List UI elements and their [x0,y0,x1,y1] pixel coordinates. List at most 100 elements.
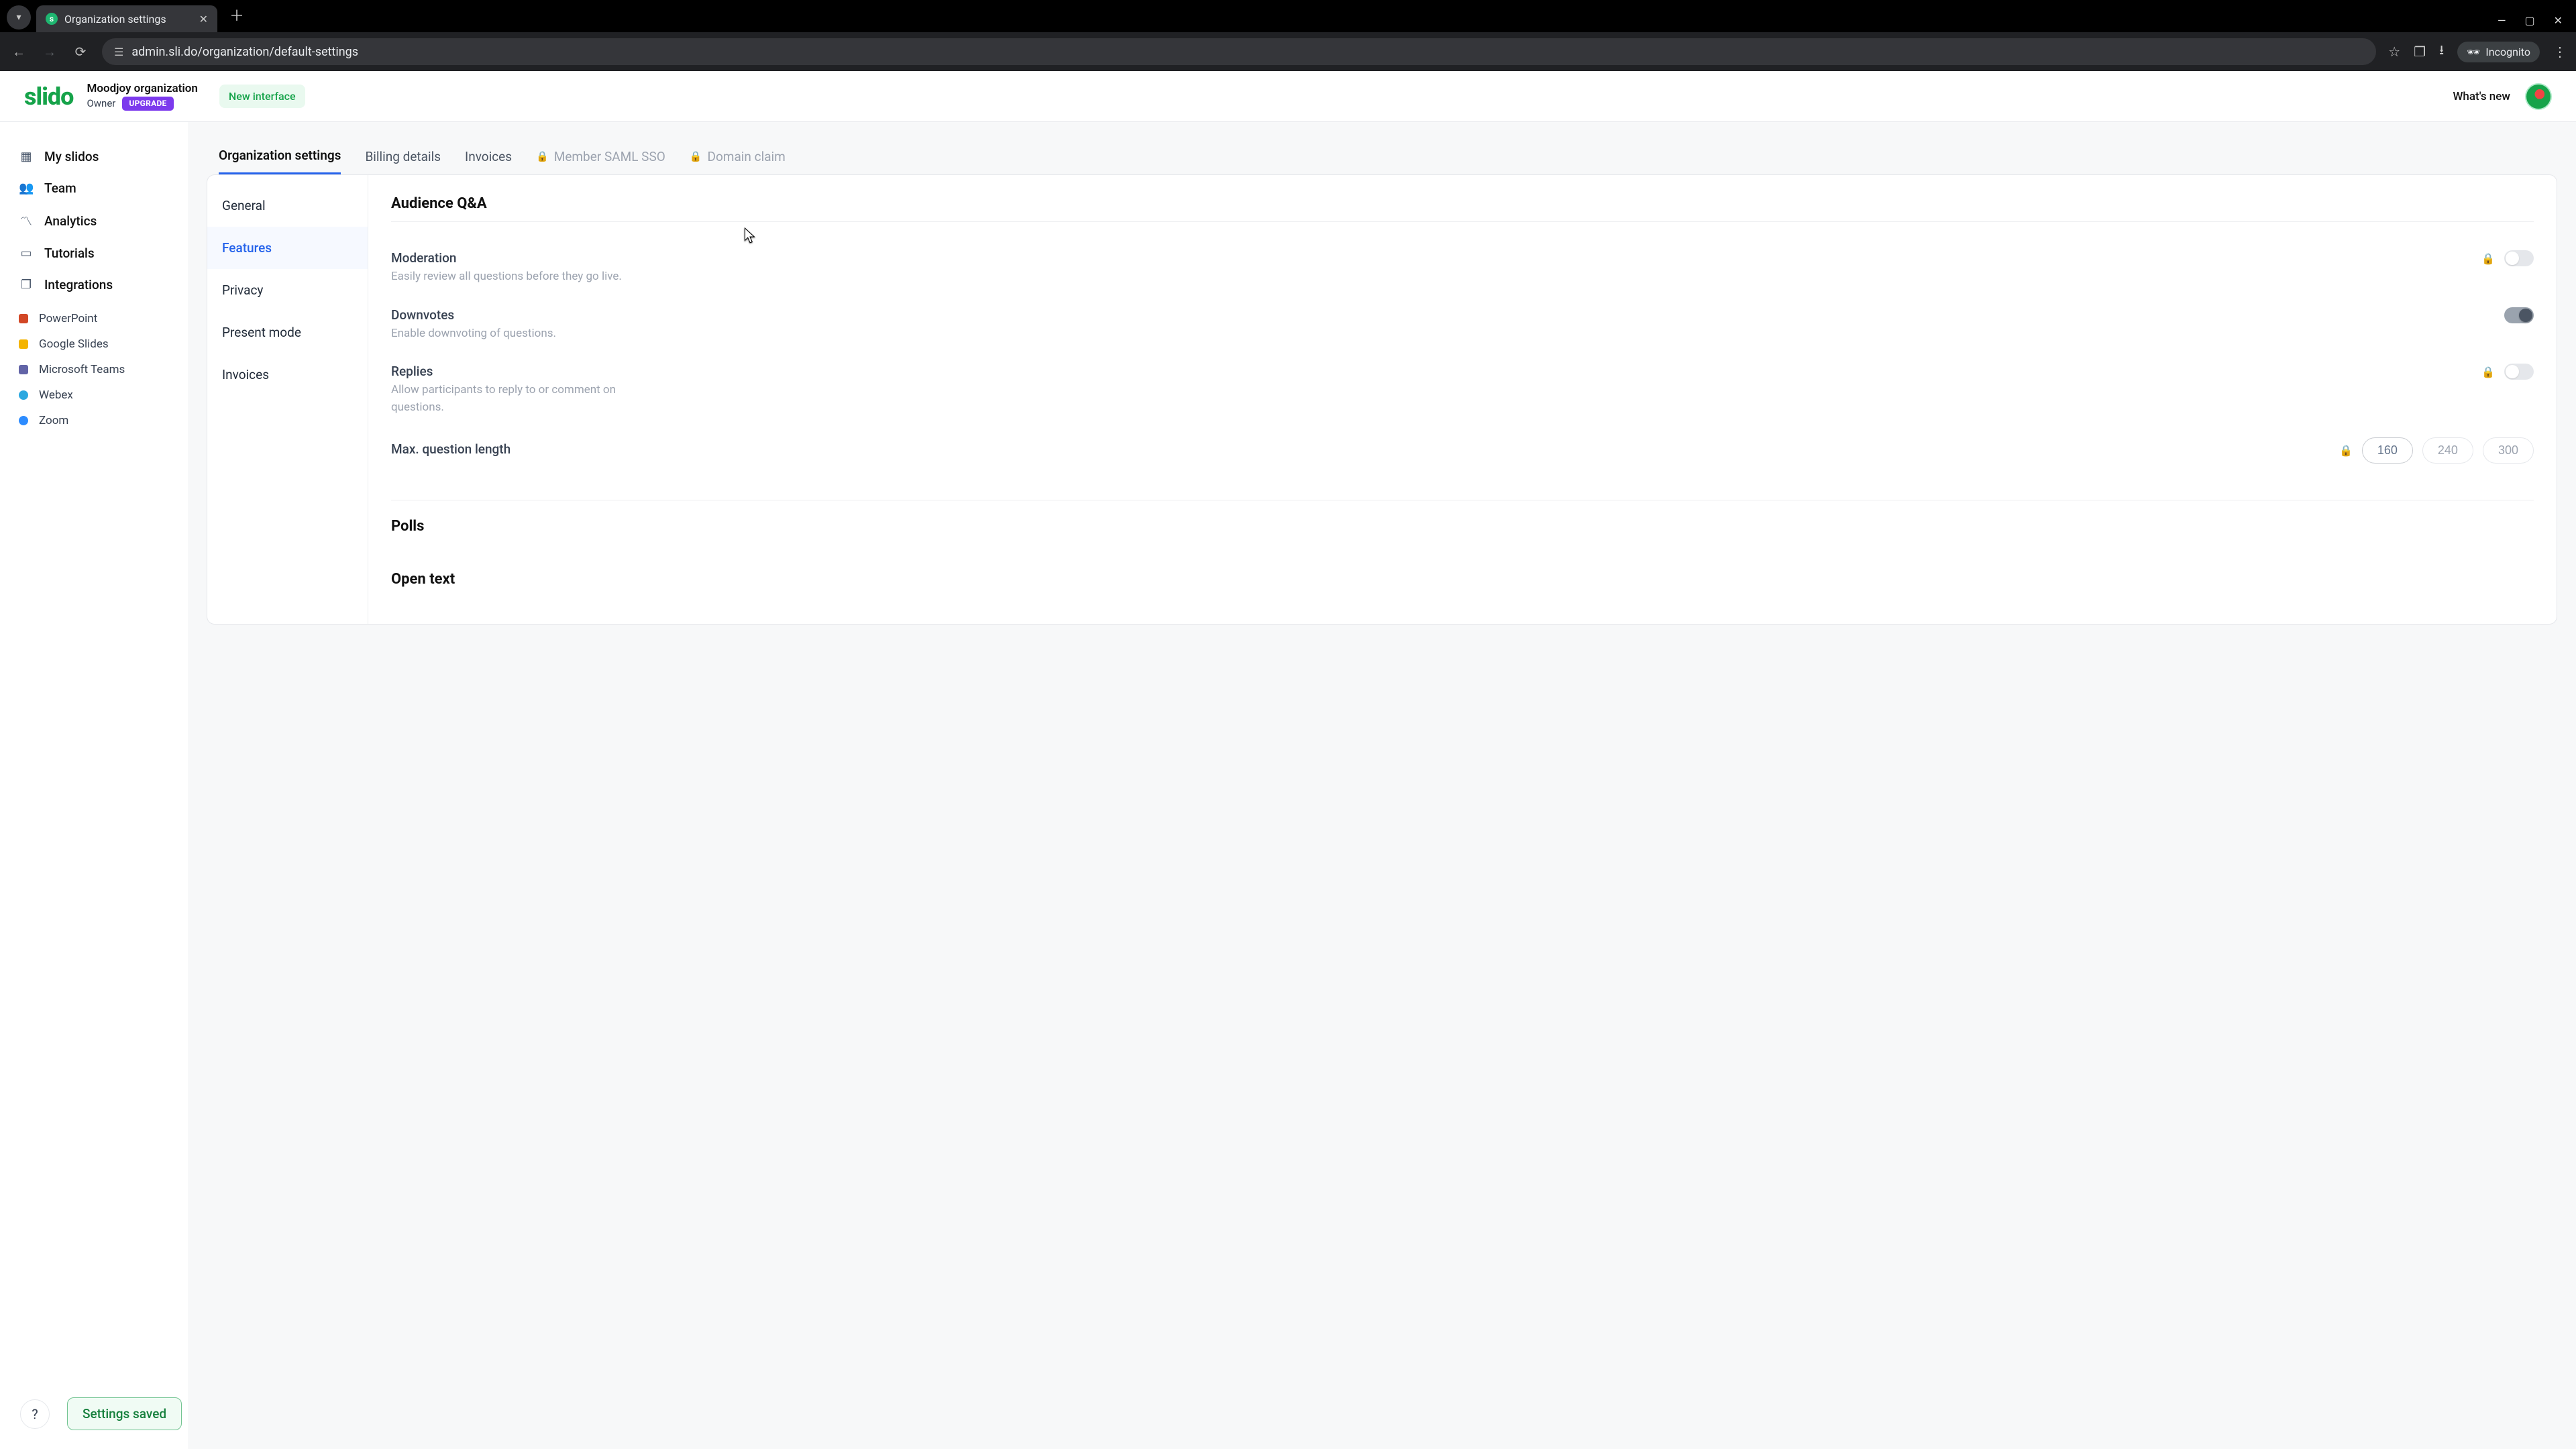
integration-webex[interactable]: Webex [11,382,177,408]
segmented-max-length: 160 240 300 [2362,437,2534,464]
star-icon[interactable]: ☆ [2388,44,2400,60]
ms-teams-icon [19,365,28,374]
sidebar-item-team[interactable]: 👥 Team [11,172,177,204]
toggle-downvotes[interactable] [2504,307,2534,323]
incognito-chip[interactable]: 🕶 Incognito [2457,42,2540,62]
organization-name: Moodjoy organization [87,82,197,96]
sidebar-item-my-slidos[interactable]: ▦ My slidos [11,141,177,172]
tab-billing-details[interactable]: Billing details [365,140,441,174]
sidebar-item-analytics[interactable]: 〽 Analytics [11,204,177,237]
tab-label: Invoices [465,149,512,164]
whats-new-link[interactable]: What's new [2453,90,2510,103]
toggle-moderation[interactable] [2504,250,2534,266]
tab-favicon: s [46,13,58,25]
sidebar-item-label: Tutorials [44,246,95,261]
upgrade-badge[interactable]: UPGRADE [122,97,173,111]
sidebar-item-label: My slidos [44,149,99,164]
integration-google-slides[interactable]: Google Slides [11,331,177,357]
url-text: admin.sli.do/organization/default-settin… [131,45,358,59]
window-maximize-icon[interactable]: ▢ [2524,14,2534,27]
subnav-invoices[interactable]: Invoices [207,354,368,396]
tab-member-saml-sso[interactable]: 🔒 Member SAML SSO [536,140,665,174]
setting-downvotes: Downvotes Enable downvoting of questions… [391,297,2534,354]
book-icon: ▭ [19,246,34,260]
section-title-qa: Audience Q&A [391,195,2534,212]
setting-replies: Replies Allow participants to reply to o… [391,353,2534,427]
role-label: Owner [87,97,115,110]
downloads-icon[interactable]: ⭳ [2439,40,2444,63]
lock-icon: 🔒 [2339,444,2353,457]
reload-icon[interactable]: ⟳ [71,44,90,60]
section-title-open-text: Open text [391,571,2534,588]
sidebar-item-label: Integrations [44,277,113,292]
lock-icon: 🔒 [690,150,702,162]
setting-label: Replies [391,364,646,379]
new-interface-chip[interactable]: New interface [219,85,305,108]
back-icon[interactable]: ← [9,44,28,60]
forward-icon[interactable]: → [40,44,59,60]
tab-invoices[interactable]: Invoices [465,140,512,174]
close-icon[interactable]: ✕ [199,13,208,25]
subnav-features[interactable]: Features [207,227,368,269]
sidebar-item-label: PowerPoint [39,312,97,325]
sidebar-item-label: Google Slides [39,337,109,351]
powerpoint-icon [19,314,28,323]
lock-icon: 🔒 [2481,252,2495,265]
puzzle-icon: ❐ [19,278,34,292]
sidebar-item-label: Webex [39,388,73,402]
tab-label: Member SAML SSO [554,149,665,164]
browser-tab[interactable]: s Organization settings ✕ [36,5,217,32]
subnav-privacy[interactable]: Privacy [207,269,368,311]
address-bar[interactable]: ☰ admin.sli.do/organization/default-sett… [102,38,2376,65]
setting-label: Moderation [391,250,646,266]
avatar[interactable] [2525,83,2552,110]
maxlen-option-300[interactable]: 300 [2483,437,2534,464]
section-title-polls: Polls [391,518,2534,535]
site-settings-icon[interactable]: ☰ [114,46,123,58]
integration-ms-teams[interactable]: Microsoft Teams [11,357,177,382]
setting-moderation: Moderation Easily review all questions b… [391,239,2534,297]
tab-search-dropdown[interactable]: ▾ [7,5,31,30]
window-close-icon[interactable]: ✕ [2554,14,2563,27]
google-slides-icon [19,339,28,349]
sidebar-item-label: Microsoft Teams [39,363,125,376]
integration-powerpoint[interactable]: PowerPoint [11,306,177,331]
setting-max-question-length: Max. question length 🔒 160 240 300 [391,427,2534,474]
tab-organization-settings[interactable]: Organization settings [219,138,341,174]
sidebar-item-label: Zoom [39,414,68,427]
settings-tabs: Organization settings Billing details In… [207,138,2557,174]
grid-icon: ▦ [19,150,34,164]
webex-icon [19,390,28,400]
sidebar-item-tutorials[interactable]: ▭ Tutorials [11,237,177,269]
setting-description: Enable downvoting of questions. [391,325,646,343]
toast-settings-saved: Settings saved [67,1397,182,1430]
lock-icon: 🔒 [536,150,549,162]
help-button[interactable]: ? [20,1399,50,1429]
window-minimize-icon[interactable]: ― [2498,14,2506,27]
maxlen-option-240[interactable]: 240 [2422,437,2473,464]
sidebar-item-integrations[interactable]: ❐ Integrations [11,269,177,301]
maxlen-option-160[interactable]: 160 [2362,437,2413,464]
tab-label: Organization settings [219,148,341,163]
sidebar-item-label: Team [44,180,76,196]
brand-logo[interactable]: slido [24,83,73,111]
setting-description: Easily review all questions before they … [391,268,646,286]
subnav-present-mode[interactable]: Present mode [207,311,368,354]
extensions-icon[interactable]: ❐ [2414,44,2426,60]
kebab-menu-icon[interactable]: ⋮ [2553,44,2567,60]
setting-label: Downvotes [391,307,646,323]
tab-label: Domain claim [708,149,786,164]
new-tab-button[interactable]: ＋ [223,0,251,30]
users-icon: 👥 [19,181,34,195]
tab-domain-claim[interactable]: 🔒 Domain claim [690,140,786,174]
chart-icon: 〽 [19,212,34,229]
sidebar: ▦ My slidos 👥 Team 〽 Analytics ▭ Tutoria… [0,122,188,1449]
tab-label: Billing details [365,149,441,164]
subnav-general[interactable]: General [207,184,368,227]
sidebar-item-label: Analytics [44,213,97,229]
incognito-icon: 🕶 [2467,46,2480,58]
toggle-replies[interactable] [2504,364,2534,380]
tab-title: Organization settings [64,13,166,25]
zoom-icon [19,416,28,425]
integration-zoom[interactable]: Zoom [11,408,177,433]
